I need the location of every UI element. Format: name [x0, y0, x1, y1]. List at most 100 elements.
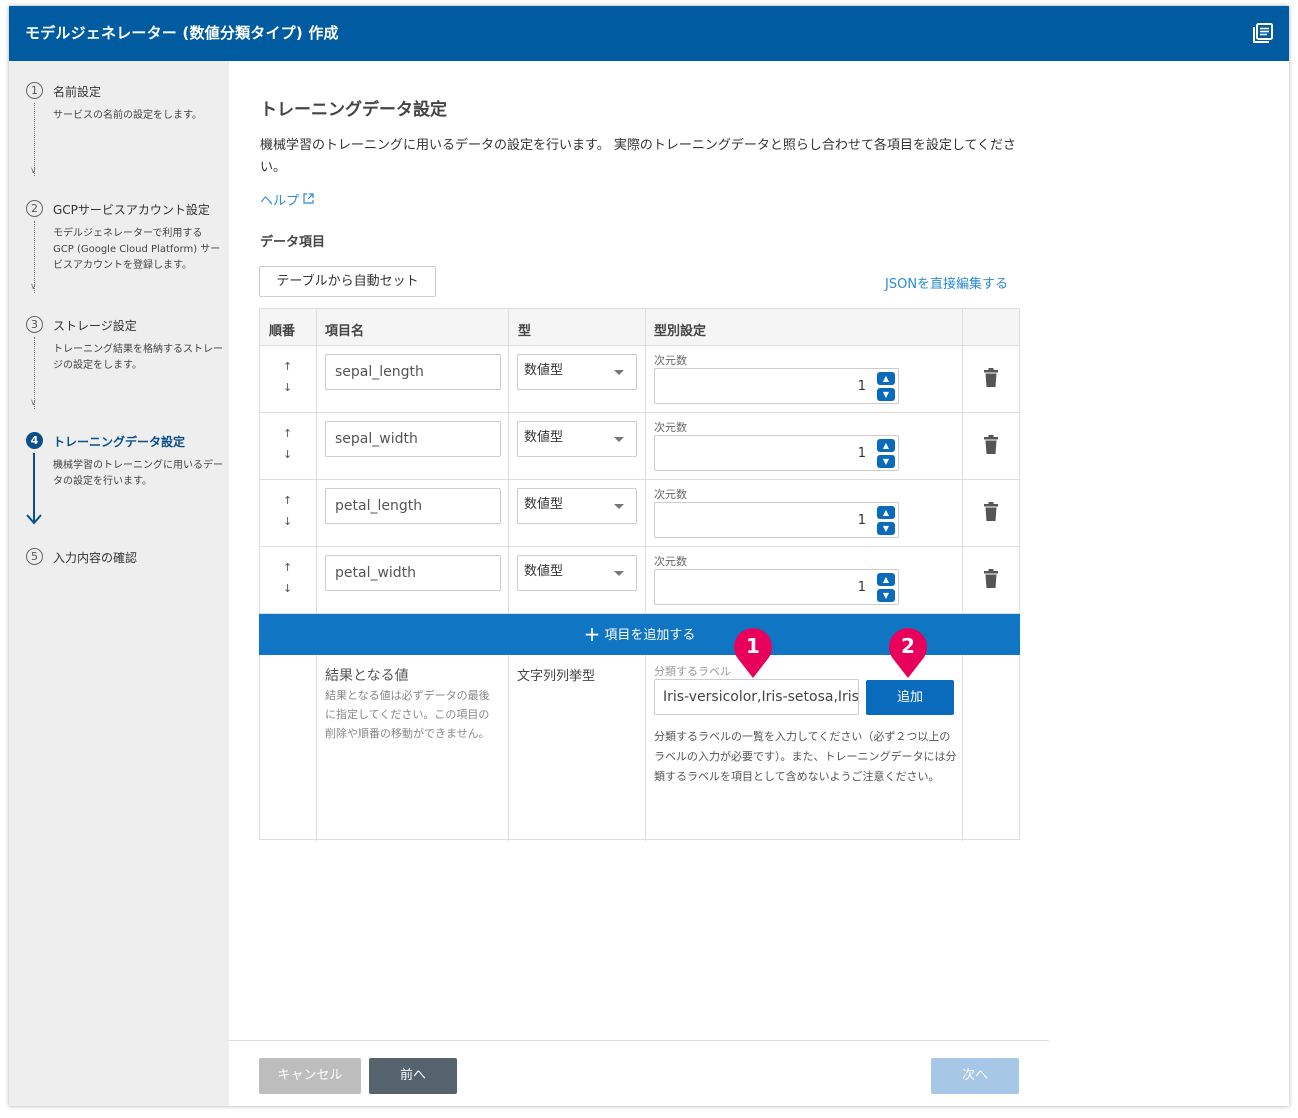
dimension-label: 次元数	[654, 421, 687, 434]
dimension-label: 次元数	[654, 555, 687, 568]
header-name: 項目名	[325, 324, 365, 339]
caret-down-icon	[614, 370, 624, 375]
intro-text: 機械学習のトレーニングに用いるデータの設定を行います。 実際のトレーニングデータ…	[260, 138, 1017, 175]
step-number: 5	[26, 548, 43, 565]
move-down-icon[interactable]: ↓	[283, 515, 292, 528]
caret-down-icon	[614, 571, 624, 576]
chevron-up-icon[interactable]: ▲	[877, 573, 895, 586]
column-divider	[508, 655, 509, 841]
dimension-stepper[interactable]: 1 ▲ ▼	[654, 569, 899, 605]
callout-number: 2	[901, 634, 915, 658]
callout-marker-2: 2	[889, 628, 927, 678]
type-select[interactable]: 数値型	[517, 555, 637, 591]
add-label-button[interactable]: 追加	[866, 680, 954, 715]
dimension-stepper[interactable]: 1 ▲ ▼	[654, 368, 899, 404]
chevron-up-icon[interactable]: ▲	[877, 439, 895, 452]
item-name-input[interactable]: sepal_length	[325, 354, 501, 390]
move-down-icon[interactable]: ↓	[283, 582, 292, 595]
footer-divider	[229, 1040, 1049, 1041]
plus-icon: +	[583, 622, 601, 646]
step-description: モデルジェネレーターで利用する GCP (Google Cloud Platfo…	[53, 228, 221, 271]
chevron-up-icon[interactable]: ▲	[877, 372, 895, 385]
header-type-settings: 型別設定	[654, 324, 707, 339]
dimension-label: 次元数	[654, 354, 687, 367]
step-description: トレーニング結果を格納するストレージの設定をします。	[53, 344, 223, 371]
column-divider	[962, 655, 963, 841]
dimension-stepper[interactable]: 1 ▲ ▼	[654, 435, 899, 471]
step-number: 3	[26, 316, 43, 333]
step-description: サービスの名前の設定をします。	[53, 110, 202, 121]
step-sidebar: 1 名前設定 サービスの名前の設定をします。 ∨ 2 GCPサービスアカウント設…	[9, 61, 229, 1106]
dimension-label: 次元数	[654, 488, 687, 501]
chevron-down-icon: ∨	[30, 282, 37, 292]
move-up-icon[interactable]: ↑	[283, 561, 292, 574]
trash-icon[interactable]	[984, 368, 998, 388]
label-caption: 分類するラベル	[654, 665, 731, 678]
edit-json-link[interactable]: JSONを直接編集する	[885, 273, 1008, 292]
chevron-up-icon[interactable]: ▲	[877, 506, 895, 519]
cancel-button[interactable]: キャンセル	[259, 1058, 361, 1094]
dimension-value: 1	[857, 446, 866, 461]
help-link[interactable]: ヘルプ	[260, 190, 314, 209]
result-description: 結果となる値は必ずデータの最後に指定してください。この項目の削除や順番の移動がで…	[325, 689, 490, 740]
caret-down-icon	[614, 504, 624, 509]
prev-button[interactable]: 前へ	[369, 1058, 457, 1094]
trash-icon[interactable]	[984, 435, 998, 455]
auto-set-from-table-button[interactable]: テーブルから自動セット	[259, 266, 436, 297]
type-select[interactable]: 数値型	[517, 488, 637, 524]
type-select-value: 数値型	[524, 363, 564, 378]
result-title: 結果となる値	[325, 668, 409, 684]
column-divider	[316, 655, 317, 841]
step-label: 名前設定	[53, 85, 102, 99]
move-up-icon[interactable]: ↑	[283, 360, 292, 373]
section-title: データ項目	[260, 235, 326, 250]
type-select[interactable]: 数値型	[517, 354, 637, 390]
table-row: ↑ ↓ sepal_width 数値型 次元数 1 ▲ ▼	[260, 413, 1019, 480]
table-row: ↑ ↓ petal_width 数値型 次元数 1 ▲ ▼	[260, 547, 1019, 614]
dimension-value: 1	[857, 513, 866, 528]
app-header: モデルジェネレーター (数値分類タイプ) 作成	[9, 6, 1289, 61]
data-items-table: 順番 項目名 型 型別設定 ↑ ↓ sepal_length 数値型 次元数 1…	[259, 308, 1020, 841]
chevron-down-icon[interactable]: ▼	[877, 589, 895, 602]
chevron-down-icon: ∨	[30, 398, 37, 408]
chevron-down-icon[interactable]: ▼	[877, 455, 895, 468]
table-row: ↑ ↓ sepal_length 数値型 次元数 1 ▲ ▼	[260, 346, 1019, 413]
classification-labels-input[interactable]: Iris-versicolor,Iris-setosa,Iris-virgini…	[654, 679, 859, 715]
callout-marker-1: 1	[734, 628, 772, 678]
page-header-title: モデルジェネレーター (数値分類タイプ) 作成	[25, 24, 339, 42]
step-number: 4	[26, 432, 43, 449]
item-name-input[interactable]: petal_width	[325, 555, 501, 591]
header-order: 順番	[269, 324, 296, 339]
step-label: ストレージ設定	[53, 319, 137, 333]
chevron-down-icon[interactable]: ▼	[877, 388, 895, 401]
header-type: 型	[518, 324, 532, 339]
step-number: 2	[26, 200, 43, 217]
book-icon[interactable]	[1253, 23, 1273, 43]
next-button[interactable]: 次へ	[931, 1058, 1019, 1094]
step-label: GCPサービスアカウント設定	[53, 203, 210, 217]
add-item-label: 項目を追加する	[604, 628, 696, 643]
column-divider	[645, 655, 646, 841]
trash-icon[interactable]	[984, 569, 998, 589]
dimension-stepper[interactable]: 1 ▲ ▼	[654, 502, 899, 538]
step-label: トレーニングデータ設定	[53, 435, 186, 449]
step-label: 入力内容の確認	[53, 551, 138, 565]
move-up-icon[interactable]: ↑	[283, 427, 292, 440]
item-name-input[interactable]: petal_length	[325, 488, 501, 524]
app-window: モデルジェネレーター (数値分類タイプ) 作成 1 名前設定 サービスの名前の設…	[9, 6, 1289, 1106]
step-description: 機械学習のトレーニングに用いるデータの設定を行います。	[53, 460, 223, 487]
type-select-value: 数値型	[524, 430, 564, 445]
dimension-value: 1	[857, 379, 866, 394]
trash-icon[interactable]	[984, 502, 998, 522]
move-up-icon[interactable]: ↑	[283, 494, 292, 507]
chevron-down-icon[interactable]: ▼	[877, 522, 895, 535]
result-value-row: 結果となる値 結果となる値は必ずデータの最後に指定してください。この項目の削除や…	[260, 628, 1019, 841]
move-down-icon[interactable]: ↓	[283, 448, 292, 461]
step-number: 1	[26, 82, 43, 99]
type-select[interactable]: 数値型	[517, 421, 637, 457]
item-name-input[interactable]: sepal_width	[325, 421, 501, 457]
callout-number: 1	[746, 634, 760, 658]
arrow-down-icon	[26, 514, 42, 525]
move-down-icon[interactable]: ↓	[283, 381, 292, 394]
result-type: 文字列列挙型	[517, 669, 596, 684]
